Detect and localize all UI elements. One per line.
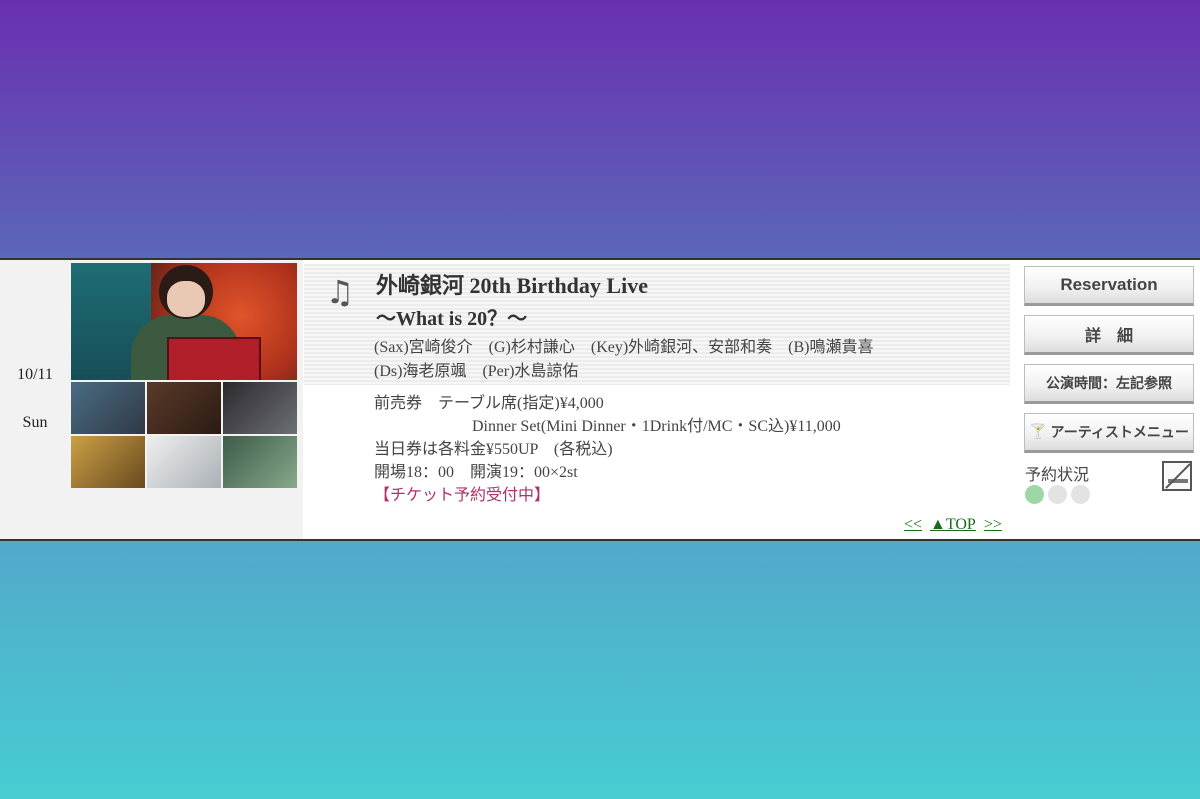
no-smoking-icon <box>1162 461 1192 491</box>
dinner-set-price: Dinner Set(Mini Dinner・1Drink付/MC・SC込)¥1… <box>472 418 841 435</box>
reservation-button-label: Reservation <box>1060 275 1158 294</box>
member-line: (Ds)海老原颯 (Per)水島諒佑 <box>374 363 579 380</box>
member-photo <box>71 382 145 434</box>
next-link[interactable]: >> <box>984 516 1002 533</box>
member-line: (Sax)宮崎俊介 (G)杉村謙心 (Key)外崎銀河、安部和奏 (B)鳴瀬貴喜 <box>374 339 874 356</box>
member-list: (Sax)宮崎俊介 (G)杉村謙心 (Key)外崎銀河、安部和奏 (B)鳴瀬貴喜… <box>374 336 1004 384</box>
member-photo <box>147 382 221 434</box>
artist-main-photo[interactable] <box>71 263 297 380</box>
ticket-status: 【チケット予約受付中】 <box>374 487 551 504</box>
member-photo <box>223 382 297 434</box>
artist-menu-button-label: アーティストメニュー <box>1050 425 1189 441</box>
reservation-button[interactable]: Reservation <box>1024 266 1194 306</box>
reservation-status-indicator <box>1025 485 1090 504</box>
door-price-note: 当日券は各料金¥550UP (各税込) <box>374 441 613 458</box>
artist-photo-panel <box>70 260 303 539</box>
event-title-box: ♫ 外崎銀河 20th Birthday Live 〜What is 20？〜 … <box>304 264 1010 385</box>
details-button-label: 詳 細 <box>1084 326 1133 345</box>
event-subtitle: 〜What is 20？〜 <box>376 308 528 330</box>
details-button[interactable]: 詳 細 <box>1024 315 1194 355</box>
show-time-button[interactable]: 公演時間：左記参照 <box>1024 364 1194 404</box>
event-info: 前売券 テーブル席(指定)¥4,000 Dinner Set(Mini Dinn… <box>374 392 841 507</box>
event-row: 10/11 Sun ♫ 外崎銀河 20th Birthday Live 〜Wha… <box>0 258 1200 541</box>
show-times: 開場18：00 開演19：00×2st <box>374 464 578 481</box>
reservation-status-label: 予約状況 <box>1025 467 1090 484</box>
show-time-button-label: 公演時間：左記参照 <box>1046 376 1172 392</box>
event-title: 外崎銀河 20th Birthday Live <box>376 273 648 298</box>
member-photo <box>223 436 297 488</box>
advance-price: 前売券 テーブル席(指定)¥4,000 <box>374 395 604 412</box>
status-dot-active <box>1025 485 1044 504</box>
member-photo <box>147 436 221 488</box>
top-link[interactable]: ▲TOP <box>930 516 976 533</box>
prev-link[interactable]: << <box>904 516 922 533</box>
artist-menu-button[interactable]: 🍸 アーティストメニュー <box>1024 413 1194 453</box>
band-member-photos <box>71 382 297 488</box>
date-column: 10/11 Sun <box>0 260 71 539</box>
member-photo <box>71 436 145 488</box>
event-weekday: Sun <box>22 414 48 431</box>
music-note-icon: ♫ <box>325 273 355 311</box>
cocktail-glass-icon: 🍸 <box>1029 424 1047 440</box>
page-nav: << ▲TOP >> <box>904 516 1006 534</box>
status-dot-inactive <box>1048 485 1067 504</box>
event-date: 10/11 <box>17 366 53 383</box>
status-dot-inactive <box>1071 485 1090 504</box>
